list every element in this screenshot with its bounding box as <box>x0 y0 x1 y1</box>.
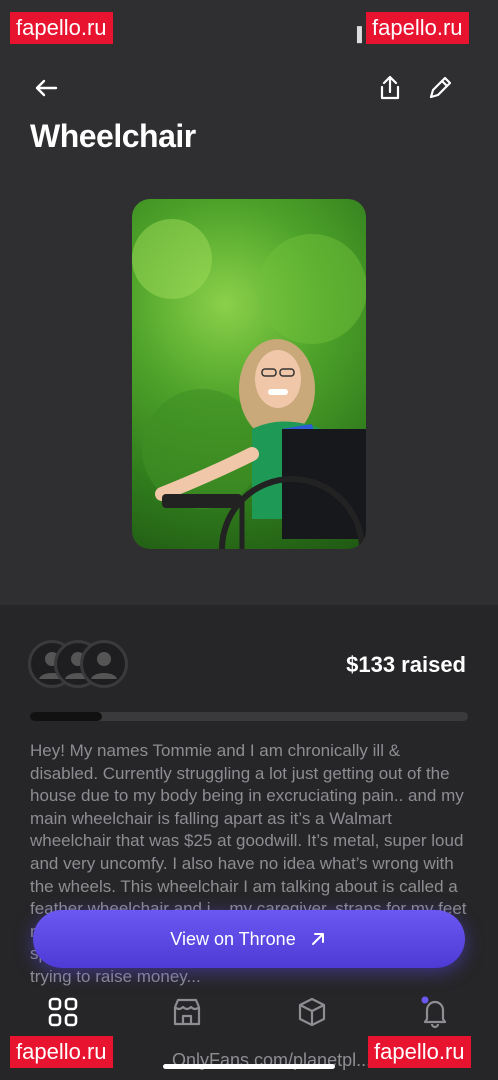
arrow-up-right-icon <box>311 933 324 945</box>
wishlist-photo[interactable] <box>132 199 366 549</box>
person-icon <box>91 652 117 679</box>
supporter-avatars[interactable] <box>28 640 138 690</box>
grid-icon <box>48 997 78 1027</box>
view-on-throne-label: View on Throne <box>170 928 296 949</box>
watermark-bottom-right: fapello.ru <box>368 1036 471 1068</box>
back-button[interactable] <box>30 72 62 104</box>
box-icon <box>298 997 326 1027</box>
share-icon <box>380 75 400 100</box>
wheelchair-photo-illustration <box>132 219 366 549</box>
amount-raised: $133 raised <box>346 652 466 677</box>
home-indicator <box>163 1064 335 1069</box>
tab-notifications[interactable] <box>418 995 452 1029</box>
tab-orders[interactable] <box>295 995 329 1029</box>
bell-icon <box>421 996 447 1029</box>
avatar <box>80 640 128 688</box>
edit-button[interactable] <box>424 72 456 104</box>
view-on-throne-button[interactable]: View on Throne <box>33 910 465 968</box>
page-title: Wheelchair <box>30 118 196 154</box>
notification-badge <box>421 996 429 1004</box>
progress-bar <box>30 712 468 721</box>
pencil-icon <box>429 76 452 99</box>
progress-fill <box>30 712 103 721</box>
tab-store[interactable] <box>170 995 204 1029</box>
watermark-bottom-left: fapello.ru <box>10 1036 113 1068</box>
arrow-left-icon <box>35 79 58 97</box>
store-icon <box>173 998 201 1026</box>
watermark-top-left: fapello.ru <box>10 12 113 44</box>
share-button[interactable] <box>374 72 406 104</box>
tab-home[interactable] <box>46 995 80 1029</box>
watermark-top-right: fapello.ru <box>366 12 469 44</box>
